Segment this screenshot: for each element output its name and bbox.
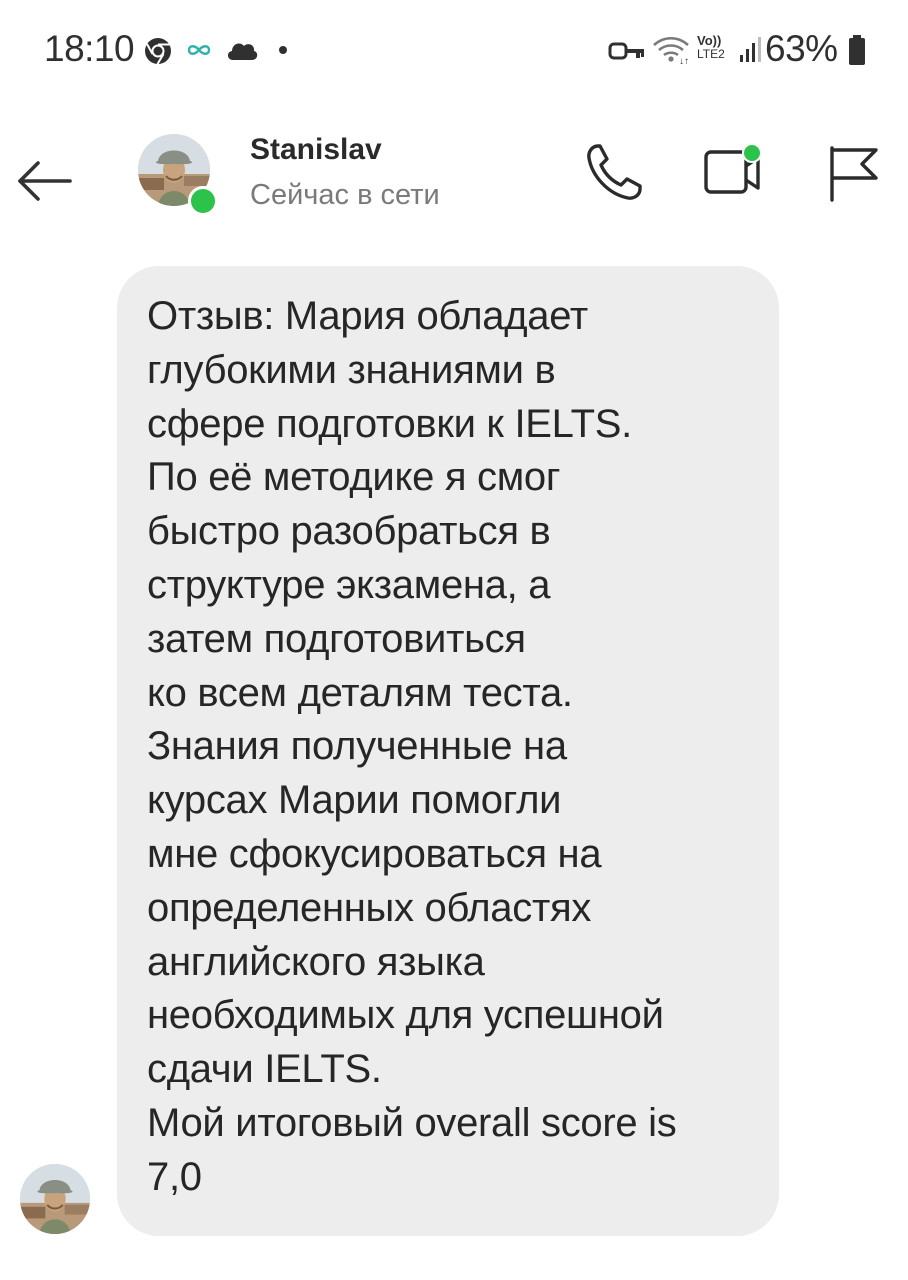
dot-icon [279, 46, 287, 54]
cloud-icon [227, 43, 258, 60]
svg-text:↓↑: ↓↑ [679, 56, 689, 64]
contact-status: Сейчас в сети [250, 179, 440, 211]
flag-icon[interactable] [820, 142, 884, 206]
battery-icon [849, 35, 865, 65]
status-bar: 18:10 ↓↑ Vo)) LTE2 63% [0, 0, 908, 100]
online-indicator [188, 186, 218, 216]
battery-percent: 63% [765, 28, 838, 69]
video-call-icon[interactable] [700, 138, 772, 208]
network-label-bottom: LTE2 [697, 47, 725, 61]
chrome-icon [145, 38, 171, 65]
contact-name[interactable]: Stanislav [250, 133, 382, 167]
message-text: Отзыв: Мария обладает глубокими знаниями… [147, 294, 677, 1199]
arrow-left-icon[interactable] [14, 150, 76, 212]
signal-icon [740, 37, 761, 62]
phone-icon[interactable] [578, 138, 648, 208]
vpn-key-icon [608, 42, 644, 60]
sender-avatar[interactable] [20, 1164, 90, 1234]
message-bubble[interactable]: Отзыв: Мария обладает глубокими знаниями… [117, 266, 779, 1236]
chat-header: Stanislav Сейчас в сети [0, 110, 908, 230]
volte-lte-icon: Vo)) LTE2 [697, 34, 737, 64]
network-label-top: Vo)) [697, 33, 722, 48]
wifi-icon: ↓↑ [653, 36, 689, 64]
link-icon [187, 45, 211, 55]
status-time: 18:10 [44, 28, 135, 69]
sender-avatar-photo [20, 1164, 90, 1234]
contact-avatar-wrap[interactable] [138, 134, 218, 216]
